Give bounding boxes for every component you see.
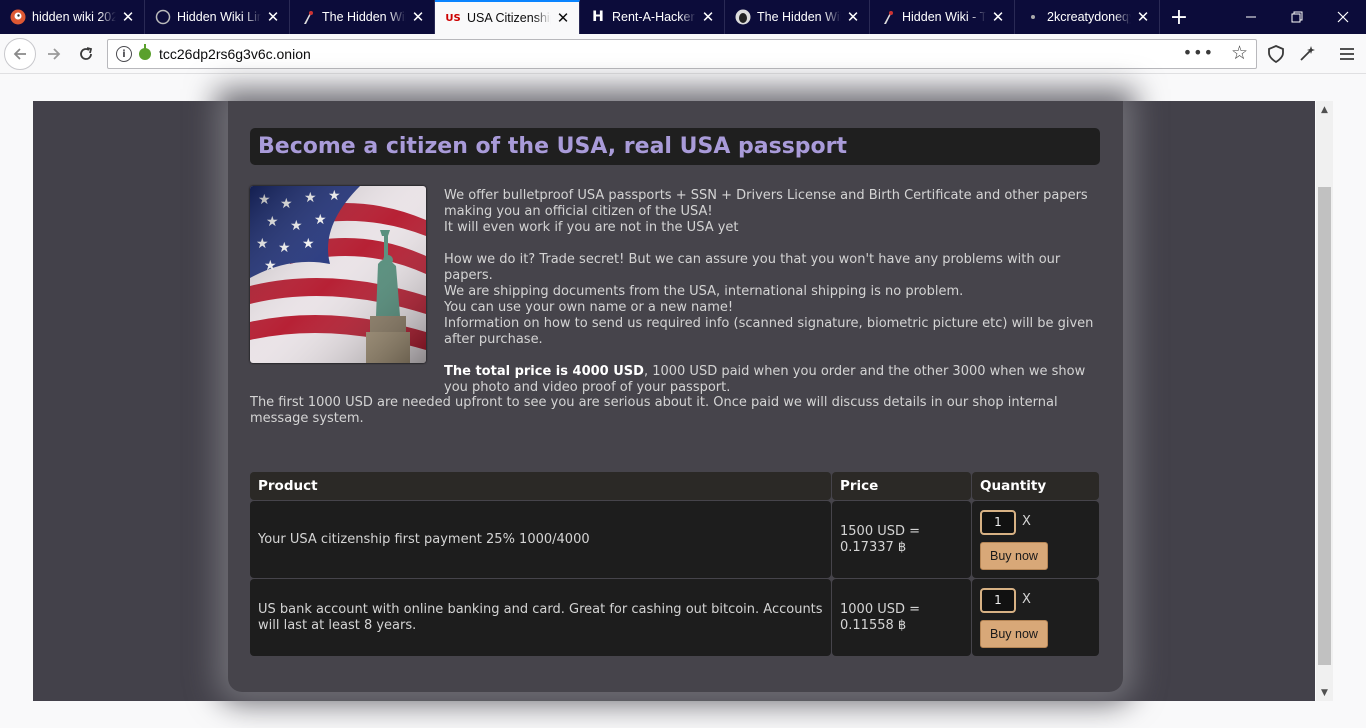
- header-product: Product: [250, 472, 831, 500]
- usa-flag-image: ★★★★ ★★★ ★★★ ★: [250, 186, 426, 363]
- close-icon[interactable]: ✕: [1135, 8, 1151, 26]
- tab-title: USA Citizenship: [467, 11, 551, 25]
- intro-line: It will even work if you are not in the …: [444, 220, 739, 235]
- tab-title: Hidden Wiki - Tor: [902, 10, 986, 24]
- forward-button[interactable]: [38, 38, 70, 70]
- tab-hidden-wiki-2020[interactable]: hidden wiki 2020 ✕: [0, 0, 145, 34]
- product-price: 1000 USD = 0.11558 ฿: [832, 579, 971, 656]
- menu-icon[interactable]: [1333, 40, 1361, 68]
- scroll-down-icon[interactable]: ▼: [1316, 684, 1333, 701]
- product-quantity: 1 X Buy now: [972, 501, 1099, 578]
- back-button[interactable]: [4, 38, 36, 70]
- howto-line: We are shipping documents from the USA, …: [444, 284, 964, 299]
- window-close-button[interactable]: [1320, 0, 1366, 34]
- tab-title: Rent-A-Hacker: [612, 10, 695, 24]
- restore-button[interactable]: [1274, 0, 1320, 34]
- close-icon[interactable]: ✕: [700, 8, 716, 26]
- tab-hidden-wiki-links[interactable]: Hidden Wiki Links ✕: [145, 0, 290, 34]
- quill-icon: [300, 9, 316, 25]
- product-table: Product Price Quantity Your USA citizens…: [250, 472, 1100, 657]
- price-btc: 0.11558 ฿: [840, 617, 907, 633]
- circle-icon: [155, 9, 171, 25]
- url-bar[interactable]: i tcc26dp2rs6g3v6c.onion ••• ☆: [107, 39, 1257, 69]
- tab-the-hidden-wiki[interactable]: The Hidden Wiki ✕: [290, 0, 435, 34]
- close-icon[interactable]: ✕: [410, 8, 426, 26]
- main-content-panel: Become a citizen of the USA, real USA pa…: [228, 101, 1123, 692]
- vertical-scrollbar[interactable]: ▲ ▼: [1316, 101, 1333, 701]
- buy-now-button[interactable]: Buy now: [980, 619, 1048, 648]
- table-row: US bank account with online banking and …: [250, 579, 1100, 657]
- tab-hidden-wiki-tor[interactable]: Hidden Wiki - Tor ✕: [870, 0, 1015, 34]
- navigation-toolbar: i tcc26dp2rs6g3v6c.onion ••• ☆: [0, 34, 1366, 74]
- intro-line: We offer bulletproof USA passports + SSN…: [444, 188, 1088, 219]
- howto-line: How we do it? Trade secret! But we can a…: [444, 252, 1061, 283]
- tab-title: Hidden Wiki Links: [177, 10, 261, 24]
- close-icon[interactable]: ✕: [555, 9, 571, 27]
- table-header: Product Price Quantity: [250, 472, 1100, 501]
- tab-the-hidden-wiki-2[interactable]: The Hidden Wiki ✕: [725, 0, 870, 34]
- page-viewport: Become a citizen of the USA, real USA pa…: [0, 75, 1366, 728]
- tab-title: The Hidden Wiki: [757, 10, 841, 24]
- tab-title: The Hidden Wiki: [322, 10, 406, 24]
- tab-title: hidden wiki 2020: [32, 10, 116, 24]
- reload-icon: [80, 47, 93, 60]
- arrow-left-icon: [13, 48, 26, 60]
- dot-icon: [1025, 9, 1041, 25]
- magic-wand-icon[interactable]: [1293, 40, 1321, 68]
- header-price: Price: [832, 472, 971, 500]
- price-usd: 1500 USD =: [840, 523, 921, 539]
- duckduckgo-icon: [10, 9, 26, 25]
- us-text-icon: US: [445, 12, 461, 24]
- scrollbar-thumb[interactable]: [1318, 187, 1331, 665]
- buy-now-button[interactable]: Buy now: [980, 541, 1048, 570]
- tab-rent-a-hacker[interactable]: H Rent-A-Hacker ✕: [580, 0, 725, 34]
- quantity-input[interactable]: 1: [980, 587, 1016, 613]
- quantity-multiplier: X: [1022, 592, 1031, 607]
- reload-button[interactable]: [70, 38, 102, 70]
- close-icon: [1337, 11, 1349, 23]
- product-name: Your USA citizenship first payment 25% 1…: [250, 501, 831, 578]
- arrow-right-icon: [48, 48, 61, 60]
- quantity-multiplier: X: [1022, 514, 1031, 529]
- upfront-note: The first 1000 USD are needed upfront to…: [250, 395, 1058, 426]
- minimize-button[interactable]: [1228, 0, 1274, 34]
- close-icon[interactable]: ✕: [120, 8, 136, 26]
- quantity-input[interactable]: 1: [980, 509, 1016, 535]
- quill-icon: [880, 9, 896, 25]
- price-btc: 0.17337 ฿: [840, 539, 907, 555]
- scroll-up-icon[interactable]: ▲: [1316, 101, 1333, 118]
- tab-usa-citizenship[interactable]: US USA Citizenship ✕: [435, 0, 580, 34]
- howto-line: Information on how to send us required i…: [444, 316, 1094, 347]
- close-icon[interactable]: ✕: [265, 8, 281, 26]
- close-icon[interactable]: ✕: [990, 8, 1006, 26]
- price-usd: 1000 USD =: [840, 601, 921, 617]
- product-quantity: 1 X Buy now: [972, 579, 1099, 656]
- howto-line: You can use your own name or a new name!: [444, 300, 734, 315]
- page-title: Become a citizen of the USA, real USA pa…: [250, 128, 1100, 165]
- onion-icon: [139, 44, 151, 60]
- restore-icon: [1291, 11, 1303, 23]
- minimize-icon: [1246, 16, 1256, 18]
- h-icon: H: [592, 9, 604, 25]
- tab-2kcreatydoneqy[interactable]: 2kcreatydoneqy ✕: [1015, 0, 1160, 34]
- header-quantity: Quantity: [972, 472, 1099, 500]
- page-actions-icon[interactable]: •••: [1183, 43, 1214, 62]
- close-icon[interactable]: ✕: [845, 8, 861, 26]
- tab-strip: hidden wiki 2020 ✕ Hidden Wiki Links ✕ T…: [0, 0, 1366, 34]
- shield-icon[interactable]: [1262, 40, 1290, 68]
- bookmark-star-icon[interactable]: ☆: [1231, 42, 1248, 64]
- mask-icon: [735, 9, 751, 25]
- product-name: US bank account with online banking and …: [250, 579, 831, 656]
- description: We offer bulletproof USA passports + SSN…: [444, 188, 1104, 396]
- total-price: The total price is 4000 USD: [444, 364, 644, 379]
- info-icon[interactable]: i: [116, 46, 132, 62]
- new-tab-button[interactable]: +: [1162, 0, 1196, 34]
- url-text[interactable]: tcc26dp2rs6g3v6c.onion: [159, 46, 311, 62]
- product-price: 1500 USD = 0.17337 ฿: [832, 501, 971, 578]
- tab-title: 2kcreatydoneqy: [1047, 10, 1131, 24]
- table-row: Your USA citizenship first payment 25% 1…: [250, 501, 1100, 579]
